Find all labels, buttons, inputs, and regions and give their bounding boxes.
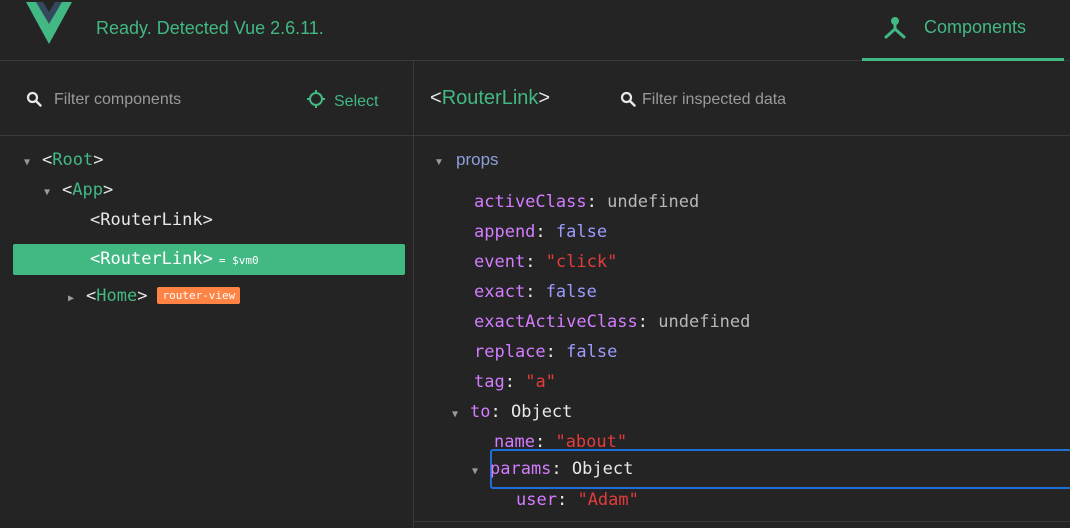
tree-node-label: RouterLink [100,249,203,269]
tree-node-label: Root [52,150,94,170]
prop-row-expandable[interactable]: ▼ to: Object [452,397,572,427]
tree-node-app[interactable]: ▼ <App> [44,175,113,205]
triangle-down-icon[interactable]: ▼ [44,178,62,208]
prop-row[interactable]: user: "Adam" [516,485,639,515]
triangle-down-icon[interactable]: ▼ [472,457,490,487]
triangle-down-icon[interactable]: ▼ [434,157,456,168]
tree-node-home[interactable]: ▶ <Home> router-view [68,281,241,314]
component-tree-pane: Select ▼<Root> ▼<App> <RouterLink> <Rout… [0,61,414,528]
tree-node-root[interactable]: ▼ <Root> [24,145,103,175]
select-component-button[interactable]: Select [306,89,378,111]
prop-row[interactable]: exact: false [474,277,597,307]
prop-row[interactable]: activeClass: undefined [474,187,699,217]
tab-components-label: Components [924,17,1027,37]
prop-row-expandable[interactable]: ▼ params: Object [472,454,633,484]
router-view-badge: router-view [157,287,241,304]
select-label: Select [334,93,379,110]
divider [414,521,1070,522]
prop-row[interactable]: tag: "a" [474,367,556,397]
vue-logo [26,2,72,51]
props-section-header[interactable]: ▼ props [434,150,499,170]
search-icon [26,91,42,112]
prop-row[interactable]: exactActiveClass: undefined [474,307,750,337]
tree-node-routerlink-1[interactable]: <RouterLink> [90,205,213,235]
filter-inspected-data-input[interactable] [640,87,944,113]
tree-node-label: App [72,180,103,200]
devtools-header: Ready. Detected Vue 2.6.11. Components [0,0,1070,61]
vm-ref: = $vm0 [218,254,259,267]
prop-row[interactable]: append: false [474,217,607,247]
tree-node-routerlink-selected[interactable]: <RouterLink> = $vm0 [13,244,405,275]
target-icon [307,90,325,108]
inspected-component-name: <RouterLink> [430,87,551,109]
tab-components[interactable]: Components [862,0,1064,61]
status-message: Ready. Detected Vue 2.6.11. [96,18,324,38]
component-tree-icon [882,16,908,45]
inspector-toolbar: <RouterLink> [414,61,1070,136]
component-tree-toolbar: Select [0,61,413,136]
prop-row[interactable]: replace: false [474,337,617,367]
triangle-right-icon[interactable]: ▶ [68,284,86,314]
triangle-down-icon[interactable]: ▼ [24,148,42,178]
search-icon [620,91,636,112]
tree-node-label: Home [96,286,138,306]
tree-node-label: <RouterLink> [90,210,213,230]
filter-components-input[interactable] [52,87,266,113]
props-section-label: props [456,150,499,169]
prop-row[interactable]: event: "click" [474,247,617,277]
inspector-pane: <RouterLink> ▼props activeClass: undefin… [414,61,1070,528]
triangle-down-icon[interactable]: ▼ [452,400,470,430]
